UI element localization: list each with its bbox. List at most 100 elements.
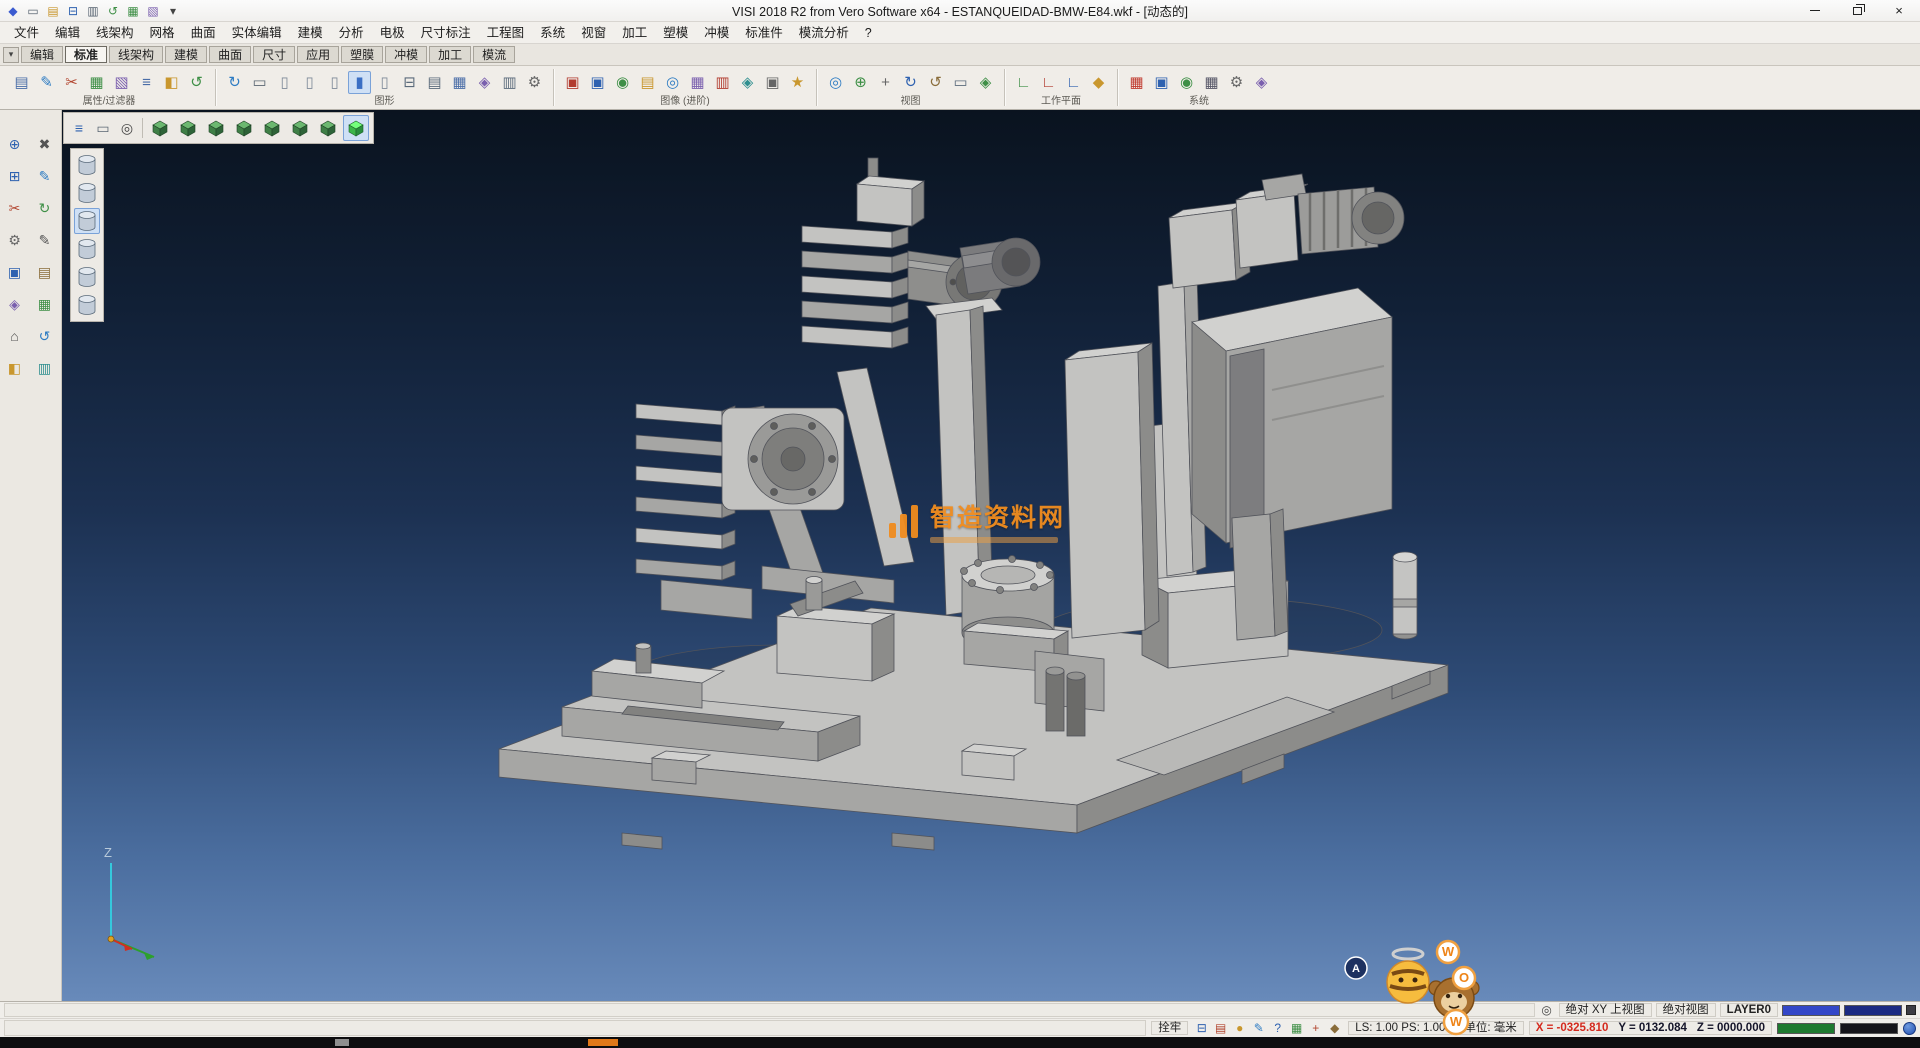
secondary-color-swatch[interactable] bbox=[1844, 1005, 1902, 1016]
absolute-view-indicator[interactable]: 绝对视图 bbox=[1656, 1003, 1716, 1017]
trim-icon[interactable]: ✂ bbox=[3, 196, 27, 220]
taskbar-item[interactable] bbox=[335, 1039, 349, 1046]
menu-system[interactable]: 系统 bbox=[532, 23, 573, 43]
status-display-icon[interactable]: ▤ bbox=[1212, 1020, 1229, 1036]
viewport-canvas[interactable]: ≡▭◎ bbox=[62, 110, 1920, 1001]
display-layer-1-icon[interactable] bbox=[74, 152, 100, 178]
menu-file[interactable]: 文件 bbox=[6, 23, 47, 43]
active-layer-indicator[interactable]: LAYER0 bbox=[1720, 1003, 1778, 1017]
tab-machining[interactable]: 加工 bbox=[429, 46, 471, 63]
front-view-icon[interactable]: ▭ bbox=[949, 71, 972, 94]
menu-surface[interactable]: 曲面 bbox=[183, 23, 224, 43]
rotate-entity-icon[interactable]: ↻ bbox=[33, 196, 57, 220]
refresh-view-icon[interactable]: ↻ bbox=[223, 71, 246, 94]
section-view-icon[interactable]: ▥ bbox=[498, 71, 521, 94]
tab-die[interactable]: 冲模 bbox=[385, 46, 427, 63]
view-search-icon[interactable]: ◎ bbox=[1539, 1003, 1555, 1017]
display-layer-2-icon[interactable] bbox=[74, 180, 100, 206]
cad-model-3d[interactable] bbox=[62, 110, 1920, 1001]
filter-reset-icon[interactable]: ↺ bbox=[185, 71, 208, 94]
monitor-icon[interactable]: ▣ bbox=[1150, 71, 1173, 94]
camera-icon[interactable]: ◎ bbox=[661, 71, 684, 94]
texture-icon[interactable]: ▣ bbox=[586, 71, 609, 94]
modify-icon[interactable]: ⚙ bbox=[3, 228, 27, 252]
workplane-xy-icon[interactable]: ∟ bbox=[1012, 71, 1035, 94]
dynamic-rotate-icon[interactable]: ◈ bbox=[473, 71, 496, 94]
color-filter-icon[interactable]: ◧ bbox=[160, 71, 183, 94]
display-layer-4-icon[interactable] bbox=[74, 236, 100, 262]
annotate-icon[interactable]: ✎ bbox=[33, 228, 57, 252]
grid-display-icon[interactable]: ▦ bbox=[448, 71, 471, 94]
new-file-icon[interactable]: ▭ bbox=[24, 2, 42, 20]
status-snap-icon[interactable]: ● bbox=[1231, 1020, 1248, 1036]
workplane-xz-icon[interactable]: ∟ bbox=[1037, 71, 1060, 94]
snap-grid-icon[interactable]: ⊞ bbox=[3, 164, 27, 188]
material-db-icon[interactable]: ▦ bbox=[124, 2, 142, 20]
display-list-icon[interactable]: ≡ bbox=[68, 117, 90, 139]
view-cube-6-icon[interactable] bbox=[287, 115, 313, 141]
profile-icon[interactable]: ◈ bbox=[1250, 71, 1273, 94]
view-cube-7-icon[interactable] bbox=[315, 115, 341, 141]
hidden-line-icon[interactable]: ▤ bbox=[423, 71, 446, 94]
display-settings-icon[interactable]: ⚙ bbox=[523, 71, 546, 94]
zoom-all-icon[interactable]: ◎ bbox=[824, 71, 847, 94]
delete-entity-icon[interactable]: ✖ bbox=[33, 132, 57, 156]
material-icon[interactable]: ▤ bbox=[636, 71, 659, 94]
background-icon[interactable]: ▥ bbox=[711, 71, 734, 94]
tab-mould[interactable]: 塑膜 bbox=[341, 46, 383, 63]
status-axis-icon[interactable]: + bbox=[1307, 1020, 1324, 1036]
layer-manager-icon[interactable]: ≡ bbox=[135, 71, 158, 94]
status-grid-icon[interactable]: ▦ bbox=[1288, 1020, 1305, 1036]
close-button[interactable]: × bbox=[1878, 0, 1920, 22]
tab-edit[interactable]: 编辑 bbox=[21, 46, 63, 63]
background-color-swatch[interactable] bbox=[1840, 1023, 1898, 1034]
save-icon[interactable]: ⊟ bbox=[64, 2, 82, 20]
grid-settings-icon[interactable]: ▦ bbox=[1200, 71, 1223, 94]
view-mode-indicator[interactable]: 绝对 XY 上视图 bbox=[1559, 1003, 1652, 1017]
delete-filter-icon[interactable]: ✂ bbox=[60, 71, 83, 94]
zoom-window-tool-icon[interactable]: ⊕ bbox=[849, 71, 872, 94]
wireframe-display-icon[interactable]: ⊟ bbox=[398, 71, 421, 94]
workplane-align-icon[interactable]: ◆ bbox=[1087, 71, 1110, 94]
view-cube-2-icon[interactable] bbox=[175, 115, 201, 141]
undo-tool-icon[interactable]: ↺ bbox=[33, 324, 57, 348]
menu-standard-parts[interactable]: 标准件 bbox=[737, 23, 791, 43]
export-icon[interactable]: ▥ bbox=[33, 356, 57, 380]
attribute-manager-icon[interactable]: ▤ bbox=[10, 71, 33, 94]
shadow-icon[interactable]: ▦ bbox=[686, 71, 709, 94]
menu-help[interactable]: ? bbox=[857, 23, 880, 43]
menu-window[interactable]: 视窗 bbox=[573, 23, 614, 43]
layer-list-4-icon[interactable]: ▯ bbox=[373, 71, 396, 94]
view-cube-1-icon[interactable] bbox=[147, 115, 173, 141]
line-color-swatch[interactable] bbox=[1782, 1005, 1840, 1016]
session-icon[interactable]: ▧ bbox=[144, 2, 162, 20]
home-view-icon[interactable]: ⌂ bbox=[3, 324, 27, 348]
solid-filter-icon[interactable]: ▧ bbox=[110, 71, 133, 94]
previous-view-icon[interactable]: ↺ bbox=[924, 71, 947, 94]
tab-flow[interactable]: 模流 bbox=[473, 46, 515, 63]
menu-machining[interactable]: 加工 bbox=[614, 23, 655, 43]
menu-edit[interactable]: 编辑 bbox=[47, 23, 88, 43]
menu-electrode[interactable]: 电极 bbox=[372, 23, 413, 43]
menu-die[interactable]: 冲模 bbox=[696, 23, 737, 43]
workplane-dynamic-icon[interactable]: ∟ bbox=[1062, 71, 1085, 94]
reflection-icon[interactable]: ◈ bbox=[736, 71, 759, 94]
render-mode-icon[interactable]: ▣ bbox=[561, 71, 584, 94]
rotate-view-icon[interactable]: ↻ bbox=[899, 71, 922, 94]
menu-solid-edit[interactable]: 实体编辑 bbox=[224, 23, 290, 43]
tab-surface[interactable]: 曲面 bbox=[209, 46, 251, 63]
measure-icon[interactable]: ▤ bbox=[33, 260, 57, 284]
menu-drawing[interactable]: 工程图 bbox=[479, 23, 533, 43]
qat-dropdown-icon[interactable]: ▾ bbox=[164, 2, 182, 20]
display-layer-6-icon[interactable] bbox=[74, 292, 100, 318]
open-file-icon[interactable]: ▤ bbox=[44, 2, 62, 20]
menu-analysis[interactable]: 分析 bbox=[331, 23, 372, 43]
undo-icon[interactable]: ↺ bbox=[104, 2, 122, 20]
tab-dimension[interactable]: 尺寸 bbox=[253, 46, 295, 63]
surface-tools-icon[interactable]: ▦ bbox=[33, 292, 57, 316]
menu-dimension[interactable]: 尺寸标注 bbox=[413, 23, 479, 43]
status-help-icon[interactable]: ? bbox=[1269, 1020, 1286, 1036]
surface-filter-icon[interactable]: ▦ bbox=[85, 71, 108, 94]
iso-view-icon[interactable]: ◈ bbox=[974, 71, 997, 94]
mascot-overlay[interactable]: A W O W bbox=[1336, 938, 1486, 1038]
